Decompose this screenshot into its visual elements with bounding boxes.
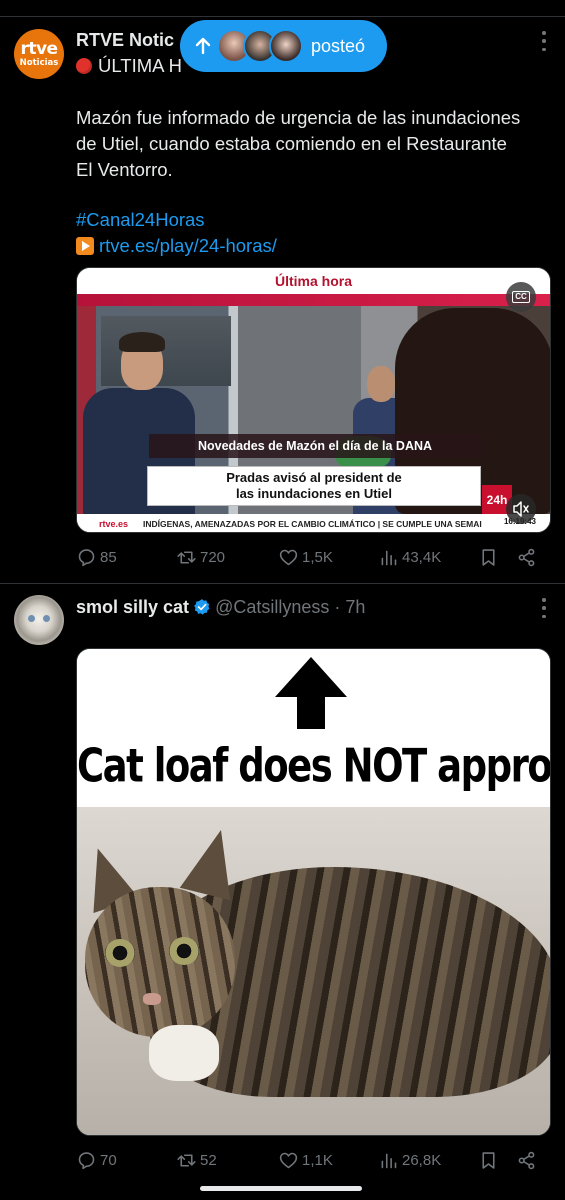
new-posts-label: posteó	[311, 35, 366, 56]
views-icon	[381, 550, 397, 566]
bookmark-icon	[482, 549, 495, 566]
bookmark-button[interactable]	[478, 547, 502, 568]
meme-text: Cat loaf does NOT approve	[77, 739, 551, 793]
repost-count: 720	[200, 549, 226, 566]
repost-icon	[177, 1154, 196, 1167]
url-link[interactable]: rtve.es/play/24-horas/	[99, 235, 277, 256]
tweet-actions: 70 52 1,1K 26,8K	[76, 1146, 546, 1176]
tweet-text-line: El Ventorro.	[76, 159, 173, 180]
captions-icon: CC	[512, 291, 530, 303]
share-icon	[518, 1151, 535, 1170]
reply-button[interactable]: 70	[76, 1150, 117, 1171]
tweet-text-line: de Utiel, cuando estaba comiendo en el R…	[76, 133, 507, 154]
bookmark-button[interactable]	[478, 1150, 502, 1171]
play-button-icon	[76, 237, 94, 255]
lower-third-headline: Novedades de Mazón el día de la DANA	[149, 434, 481, 458]
rtve-logo-text: rtve	[20, 38, 58, 59]
captions-button[interactable]: CC	[506, 282, 536, 312]
like-button[interactable]: 1,5K	[278, 547, 333, 568]
views-icon	[381, 1153, 397, 1169]
new-posts-avatars	[217, 29, 303, 63]
like-button[interactable]: 1,1K	[278, 1150, 333, 1171]
avatar-cat[interactable]	[14, 595, 64, 645]
news-red-band	[77, 294, 550, 306]
ticker-text: INDÍGENAS, AMENAZADAS POR EL CAMBIO CLIM…	[143, 519, 482, 529]
speaker-muted-icon	[513, 501, 529, 517]
more-options-icon[interactable]	[541, 31, 547, 51]
repost-icon	[177, 551, 196, 564]
tweet-rtve[interactable]: rtve Noticias RTVE Notic h ÚLTIMA H Mazó…	[0, 17, 565, 583]
news-ticker: rtve.es INDÍGENAS, AMENAZADAS POR EL CAM…	[77, 514, 550, 532]
tweet-actions: 85 720 1,5K 43,4K	[76, 543, 546, 573]
author-name[interactable]: smol silly cat	[76, 597, 189, 618]
tweet-text-line: ÚLTIMA H	[76, 53, 182, 79]
tweet-smol-silly-cat[interactable]: smol silly cat @Catsillyness · 7h Cat lo…	[0, 584, 565, 1200]
like-count: 1,1K	[302, 1152, 333, 1169]
ticker-brand: rtve.es	[99, 519, 129, 529]
rtve-logo-subtext: Noticias	[19, 57, 59, 68]
bookmark-icon	[482, 1152, 495, 1169]
meme-image[interactable]: Cat loaf does NOT approve	[76, 648, 551, 1136]
reply-button[interactable]: 85	[76, 547, 117, 568]
news-top-banner-text: Última hora	[274, 273, 352, 289]
cat-photo	[77, 807, 550, 1135]
new-posts-pill[interactable]: posteó	[180, 20, 387, 72]
reply-count: 85	[100, 549, 117, 566]
red-circle-icon	[76, 58, 92, 74]
views-count: 43,4K	[402, 549, 442, 566]
repost-button[interactable]: 52	[176, 1150, 217, 1171]
meme-caption-area: Cat loaf does NOT approve	[77, 649, 550, 807]
tweet-text-line: Mazón fue informado de urgencia de las i…	[76, 107, 521, 128]
lower-third-caption: Pradas avisó al president de las inundac…	[147, 466, 481, 506]
repost-count: 52	[200, 1152, 217, 1169]
hashtag-link[interactable]: #Canal24Horas	[76, 207, 205, 233]
views-count: 26,8K	[402, 1152, 442, 1169]
video-player[interactable]: Última hora Novedades de Mazón el día de…	[76, 267, 551, 533]
repost-button[interactable]: 720	[176, 547, 225, 568]
like-count: 1,5K	[302, 549, 333, 566]
home-indicator[interactable]	[200, 1186, 362, 1191]
url-line: rtve.es/play/24-horas/	[76, 233, 277, 259]
verified-badge-icon	[194, 599, 210, 615]
heart-icon	[279, 549, 298, 566]
reply-count: 70	[100, 1152, 117, 1169]
share-icon	[518, 548, 535, 567]
author-name[interactable]: RTVE Notic	[76, 30, 174, 51]
heart-icon	[279, 1152, 298, 1169]
share-button[interactable]	[516, 547, 540, 568]
tweet-header: smol silly cat @Catsillyness · 7h	[76, 596, 365, 618]
views-button[interactable]: 26,8K	[378, 1150, 441, 1171]
news-top-banner: Última hora	[77, 268, 550, 294]
reply-icon	[78, 549, 95, 567]
author-handle[interactable]: @Catsillyness · 7h	[215, 597, 365, 618]
avatar-rtve[interactable]: rtve Noticias	[14, 29, 64, 79]
views-button[interactable]: 43,4K	[378, 547, 441, 568]
more-options-icon[interactable]	[541, 598, 547, 618]
reply-icon	[78, 1152, 95, 1170]
arrow-up-icon	[275, 657, 347, 729]
arrow-up-icon	[195, 37, 211, 55]
mute-button[interactable]	[506, 494, 536, 524]
share-button[interactable]	[516, 1150, 540, 1171]
avatar	[269, 29, 303, 63]
